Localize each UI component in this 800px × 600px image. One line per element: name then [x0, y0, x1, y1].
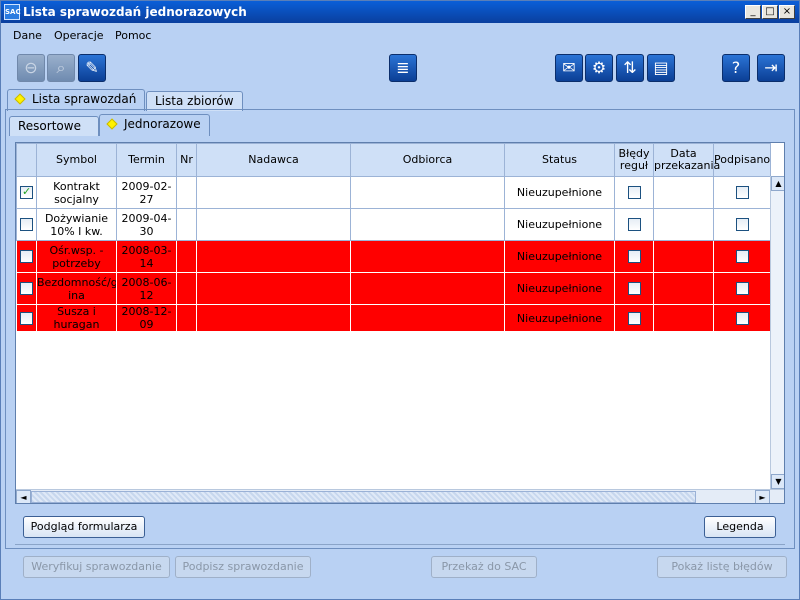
col-symbol[interactable]: Symbol: [36, 143, 117, 177]
maximize-button[interactable]: □: [762, 5, 778, 19]
reports-grid: Symbol Termin Nr Nadawca Odbiorca Status…: [15, 142, 785, 504]
menu-dane[interactable]: Dane: [13, 29, 42, 42]
legend-button[interactable]: Legenda: [704, 516, 776, 538]
scroll-up-icon[interactable]: ▲: [771, 176, 784, 191]
bledy-checkbox: [627, 250, 641, 264]
horizontal-scroll-thumb[interactable]: [31, 491, 696, 503]
envelope-icon[interactable]: ✉: [555, 54, 583, 82]
row-checkbox[interactable]: [20, 311, 33, 325]
database-icon[interactable]: ≣: [389, 54, 417, 82]
arrows-icon[interactable]: ⇅: [616, 54, 644, 82]
row-checkbox[interactable]: [20, 282, 33, 296]
close-button[interactable]: ×: [779, 5, 795, 19]
app-icon: SAC: [4, 4, 21, 20]
col-bledy-regul[interactable]: Błędy reguł: [614, 143, 654, 177]
table-header: Symbol Termin Nr Nadawca Odbiorca Status…: [16, 143, 771, 177]
preview-form-button[interactable]: Podgląd formularza: [23, 516, 145, 538]
pencil-icon[interactable]: ✎: [78, 54, 106, 82]
row-checkbox[interactable]: [20, 250, 33, 264]
exit-icon[interactable]: ⇥: [757, 54, 785, 82]
podpisano-checkbox: [735, 186, 749, 200]
podpisano-checkbox: [735, 282, 749, 296]
bledy-checkbox: [627, 282, 641, 296]
col-nadawca[interactable]: Nadawca: [196, 143, 351, 177]
row-checkbox[interactable]: [20, 185, 33, 200]
tab-lista-zbiorow[interactable]: Lista zbiorów: [146, 91, 243, 111]
row-checkbox[interactable]: [20, 218, 33, 232]
zoom-out-icon[interactable]: ⊖: [17, 54, 45, 82]
verify-report-button[interactable]: Weryfikuj sprawozdanie: [23, 556, 170, 578]
col-odbiorca[interactable]: Odbiorca: [350, 143, 505, 177]
help-icon[interactable]: ?: [722, 54, 750, 82]
sign-report-button[interactable]: Podpisz sprawozdanie: [175, 556, 311, 578]
menu-pomoc[interactable]: Pomoc: [115, 29, 151, 42]
menu-bar: Dane Operacje Pomoc: [1, 23, 799, 47]
active-diamond-icon: [106, 118, 118, 130]
podpisano-checkbox: [735, 218, 749, 232]
bledy-checkbox: [627, 311, 641, 325]
table-row[interactable]: Susza i huragan 2008-12-09 Nieuzupełnion…: [16, 304, 771, 332]
col-nr[interactable]: Nr: [176, 143, 197, 177]
scroll-down-icon[interactable]: ▼: [771, 474, 784, 489]
window-title: Lista sprawozdań jednorazowych: [23, 5, 247, 19]
table-row[interactable]: Ośr.wsp. - potrzeby 2008-03-14 Nieuzupełn…: [16, 240, 771, 273]
send-to-sac-button[interactable]: Przekaż do SAC: [431, 556, 537, 578]
gears-icon[interactable]: ⚙: [585, 54, 613, 82]
minimize-button[interactable]: _: [745, 5, 761, 19]
table-row[interactable]: Kontraktsocjalny 2009-02-27 Nieuzupełnio…: [16, 176, 771, 209]
divider: [15, 544, 785, 545]
col-podpisano[interactable]: Podpisano: [713, 143, 771, 177]
active-diamond-icon: [14, 93, 26, 105]
bledy-checkbox: [627, 218, 641, 232]
podpisano-checkbox: [735, 311, 749, 325]
scroll-left-icon[interactable]: ◄: [16, 490, 31, 503]
col-termin[interactable]: Termin: [116, 143, 177, 177]
horizontal-scrollbar[interactable]: ◄ ►: [16, 489, 784, 503]
zoom-icon[interactable]: ⌕: [47, 54, 75, 82]
table-row[interactable]: Dożywianie 10% I kw. 2009-04-30 Nieuzupeł…: [16, 208, 771, 241]
tab-lista-sprawozdan[interactable]: Lista sprawozdań: [7, 89, 146, 111]
reports-table: Symbol Termin Nr Nadawca Odbiorca Status…: [16, 143, 771, 332]
tab-resortowe[interactable]: Resortowe: [9, 116, 99, 136]
col-data-przekazania[interactable]: Data przekazania: [653, 143, 720, 177]
col-select[interactable]: [16, 143, 37, 177]
tab-jednorazowe[interactable]: Jednorazowe: [99, 114, 210, 136]
title-bar[interactable]: SAC Lista sprawozdań jednorazowych _ □ ×: [1, 1, 799, 23]
vertical-scrollbar[interactable]: ▲ ▼: [770, 176, 784, 489]
menu-operacje[interactable]: Operacje: [54, 29, 104, 42]
main-window: SAC Lista sprawozdań jednorazowych _ □ ×…: [0, 0, 800, 600]
show-errors-button[interactable]: Pokaż listę błędów: [657, 556, 787, 578]
podpisano-checkbox: [735, 250, 749, 264]
toolbar: ⊖ ⌕ ✎ ≣ ✉ ⚙ ⇅ ▤ ? ⇥: [1, 49, 799, 89]
table-row[interactable]: Bezdomność/gmina 2008-06-12 Nieuzupełnio…: [16, 272, 771, 305]
bledy-checkbox: [627, 186, 641, 200]
top-tabs: Lista sprawozdań Lista zbiorów: [1, 89, 799, 111]
document-icon[interactable]: ▤: [647, 54, 675, 82]
scroll-right-icon[interactable]: ►: [755, 490, 770, 503]
col-status[interactable]: Status: [504, 143, 615, 177]
